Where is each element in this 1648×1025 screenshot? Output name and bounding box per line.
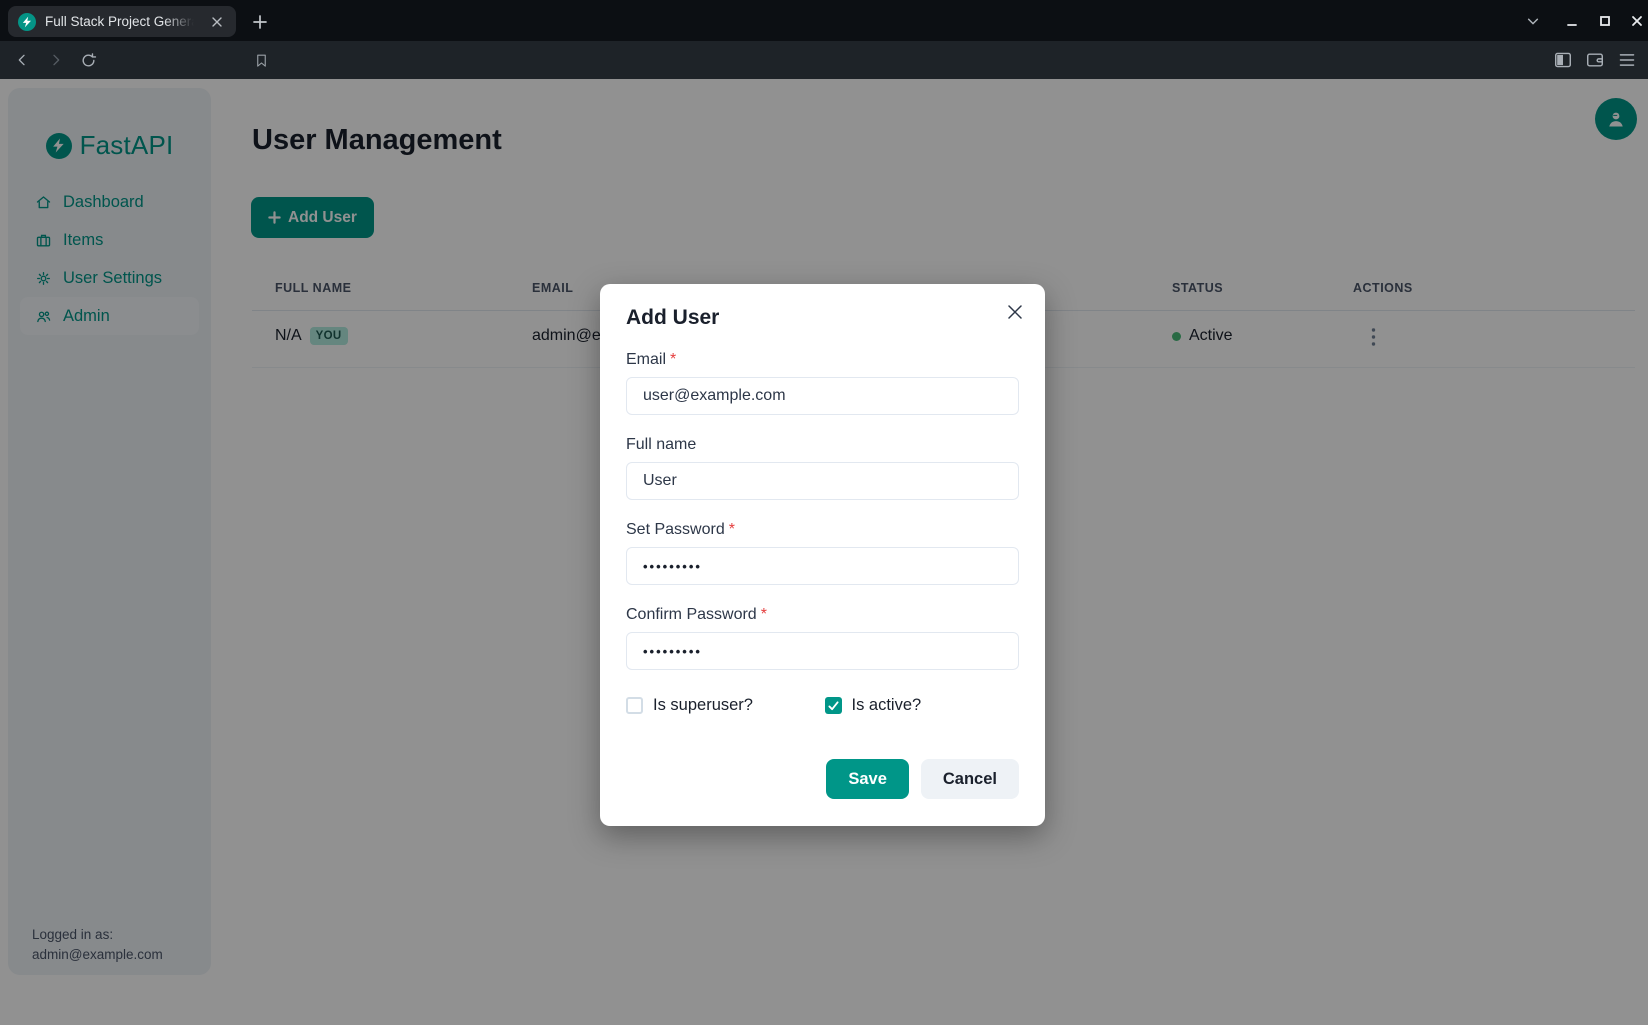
window-maximize-button[interactable]: [1592, 8, 1618, 34]
tab-strip: Full Stack Project Genera: [0, 0, 1648, 41]
modal-title: Add User: [626, 306, 1019, 330]
add-user-modal: Add User Email* user@example.com Full na…: [600, 284, 1045, 826]
is-superuser-option: Is superuser?: [626, 696, 823, 715]
browser-window: Full Stack Project Genera: [0, 0, 1648, 1025]
reload-icon[interactable]: [76, 48, 100, 72]
confirm-password-label: Confirm Password*: [626, 606, 1019, 624]
email-input[interactable]: user@example.com: [626, 377, 1019, 415]
back-icon[interactable]: [10, 48, 34, 72]
browser-tab[interactable]: Full Stack Project Genera: [8, 6, 236, 37]
checkbox-row: Is superuser? Is active?: [626, 696, 1019, 715]
full-name-label: Full name: [626, 436, 1019, 454]
required-asterisk: *: [761, 606, 767, 623]
set-password-label: Set Password*: [626, 521, 1019, 539]
email-label: Email*: [626, 351, 1019, 369]
is-active-label: Is active?: [852, 696, 922, 715]
is-active-checkbox[interactable]: [825, 697, 842, 714]
set-password-input[interactable]: •••••••••: [626, 547, 1019, 585]
forward-icon[interactable]: [44, 48, 68, 72]
window-close-button[interactable]: [1624, 8, 1648, 34]
tab-close-icon[interactable]: [208, 13, 226, 31]
is-superuser-checkbox[interactable]: [626, 697, 643, 714]
bookmark-icon[interactable]: [249, 48, 273, 72]
browser-toolbar: localhost/admin 1: [0, 41, 1648, 79]
required-asterisk: *: [670, 351, 676, 368]
email-field-group: Email* user@example.com: [626, 351, 1019, 415]
required-asterisk: *: [729, 521, 735, 538]
menu-icon[interactable]: [1615, 48, 1639, 72]
fastapi-favicon-icon: [18, 13, 36, 31]
confirm-password-input[interactable]: •••••••••: [626, 632, 1019, 670]
cancel-button[interactable]: Cancel: [921, 759, 1019, 799]
save-button[interactable]: Save: [826, 759, 909, 799]
set-password-field-group: Set Password* •••••••••: [626, 521, 1019, 585]
sidebar-toggle-icon[interactable]: [1551, 48, 1575, 72]
is-superuser-label: Is superuser?: [653, 696, 753, 715]
is-active-option: Is active?: [823, 696, 1020, 715]
full-name-input[interactable]: User: [626, 462, 1019, 500]
modal-actions: Save Cancel: [626, 759, 1019, 799]
window-minimize-button[interactable]: [1559, 8, 1585, 34]
modal-close-icon[interactable]: [1004, 301, 1026, 323]
tab-title: Full Stack Project Genera: [45, 14, 197, 29]
full-name-field-group: Full name User: [626, 436, 1019, 500]
wallet-icon[interactable]: [1583, 48, 1607, 72]
tab-search-icon[interactable]: [1520, 8, 1546, 34]
new-tab-button[interactable]: [246, 8, 274, 36]
confirm-password-field-group: Confirm Password* •••••••••: [626, 606, 1019, 670]
